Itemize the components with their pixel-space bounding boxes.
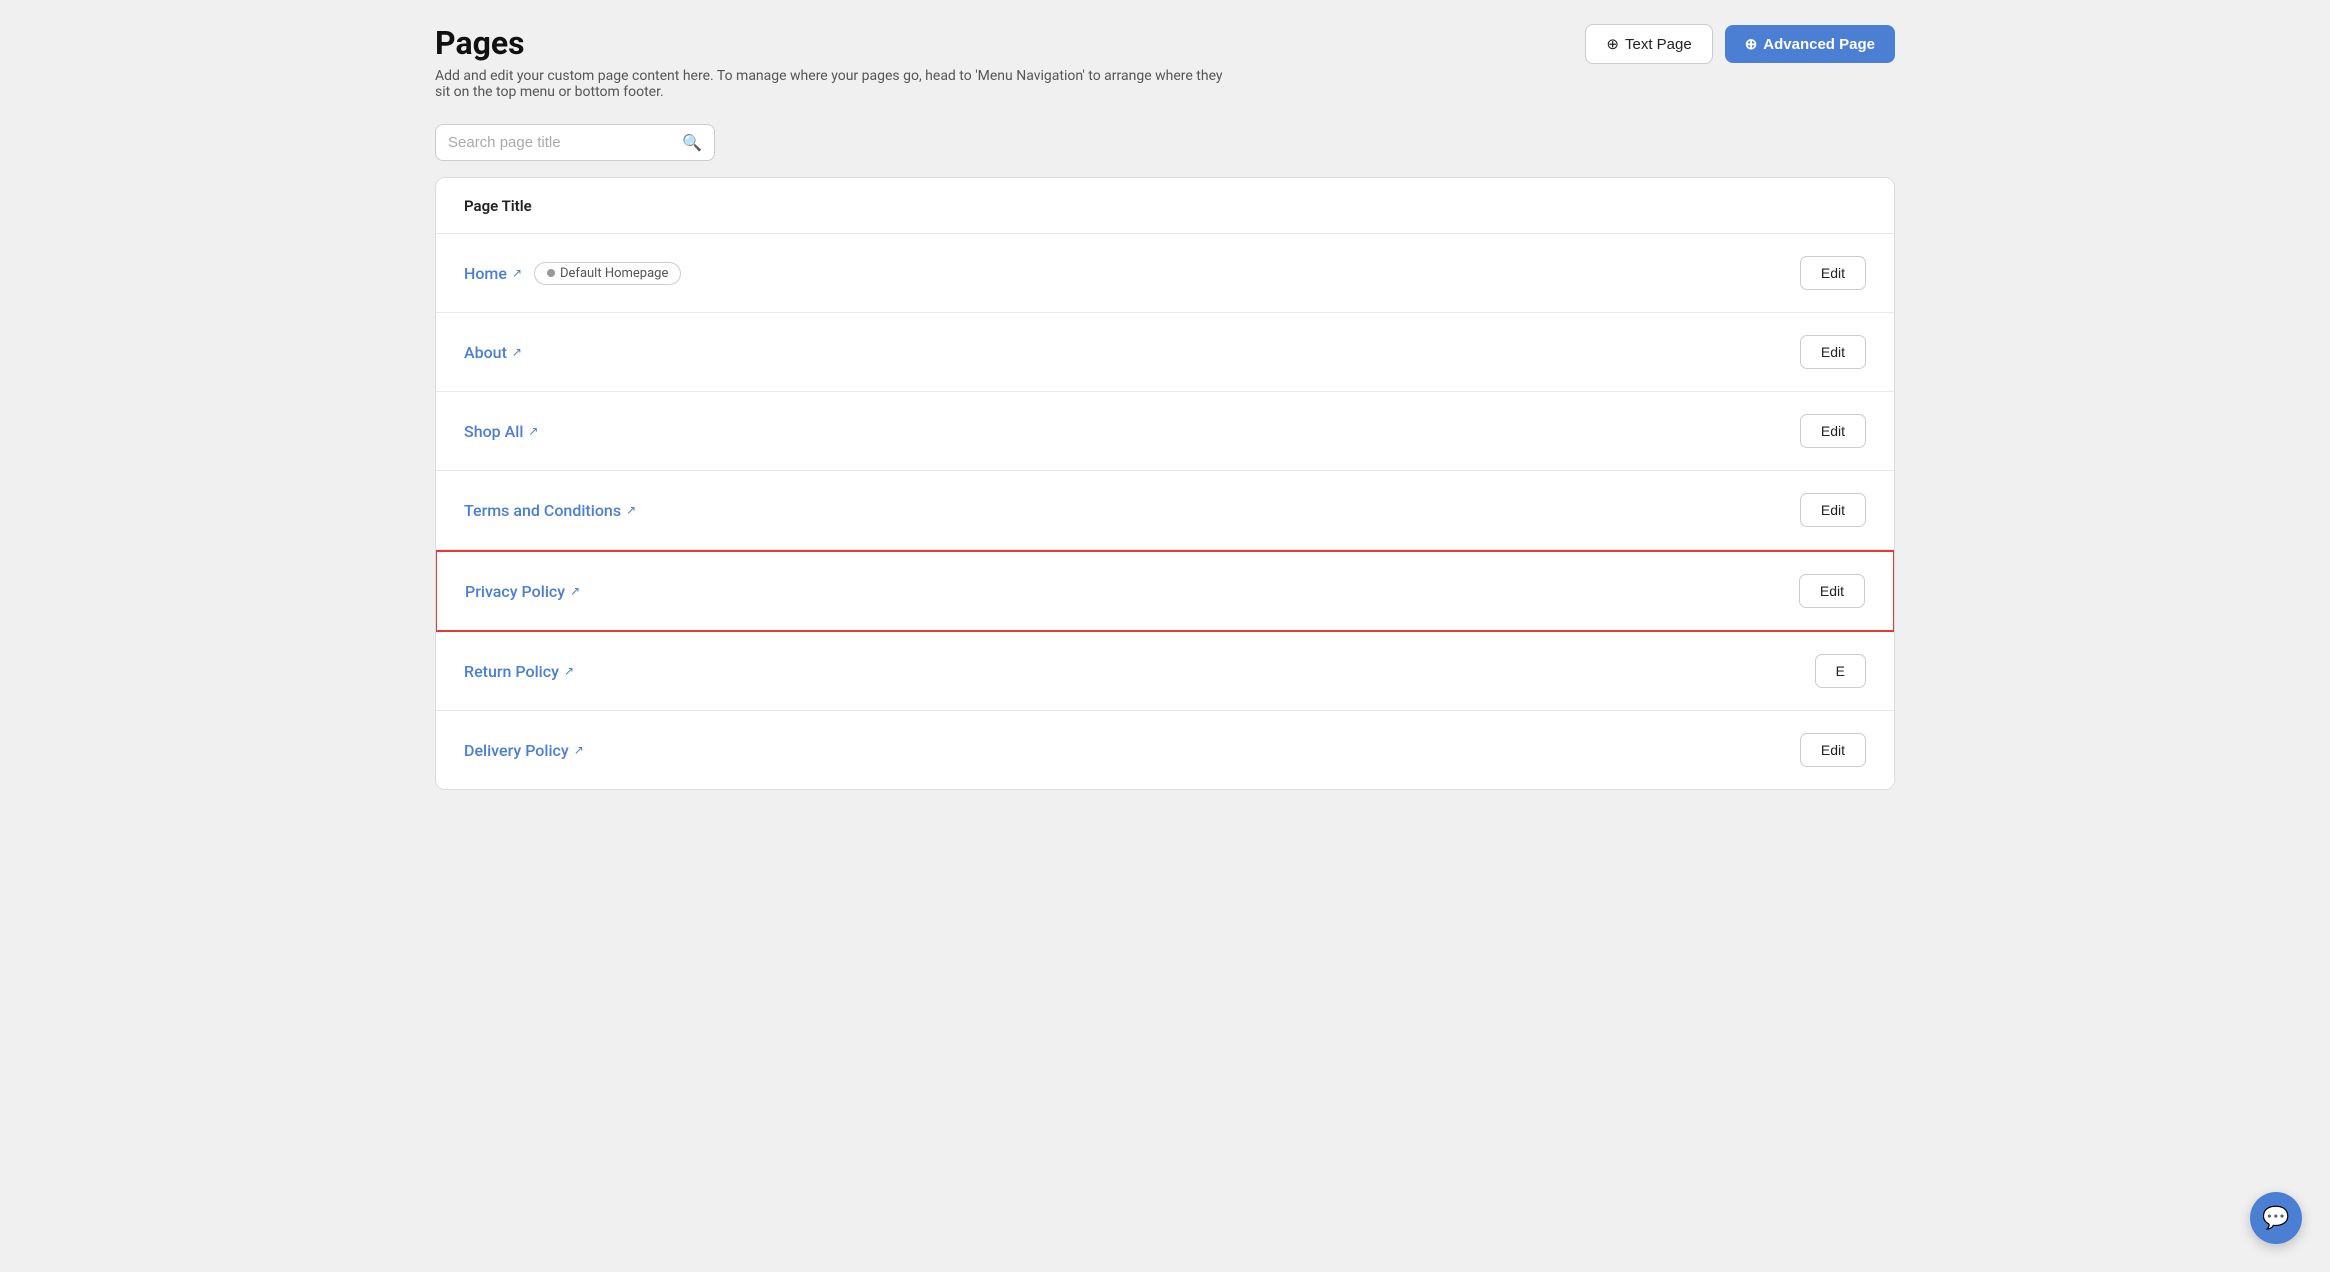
row-left-delivery-policy: Delivery Policy ↗ [464,741,584,760]
chat-widget[interactable]: 💬 [2250,1192,2302,1244]
advanced-page-button[interactable]: ⊕ Advanced Page [1725,25,1895,63]
badge-label: Default Homepage [560,266,668,281]
plus-circle-icon-advanced: ⊕ [1745,35,1758,53]
external-link-icon: ↗ [626,503,636,517]
page-link-delivery-policy[interactable]: Delivery Policy ↗ [464,741,584,760]
table-row: Home ↗ Default Homepage Edit [436,234,1894,313]
external-link-icon: ↗ [574,743,584,757]
edit-button-shop-all[interactable]: Edit [1800,414,1866,448]
page-container: Pages Add and edit your custom page cont… [435,24,1895,790]
chat-icon: 💬 [2262,1206,2289,1231]
page-header: Pages Add and edit your custom page cont… [435,24,1895,100]
search-bar-row: 🔍 [435,124,1895,161]
page-link-home[interactable]: Home ↗ [464,264,522,283]
table-row: Terms and Conditions ↗ Edit [436,471,1894,550]
row-left-terms-and-conditions: Terms and Conditions ↗ [464,501,636,520]
row-left-shop-all: Shop All ↗ [464,422,538,441]
table-row: Shop All ↗ Edit [436,392,1894,471]
default-homepage-badge: Default Homepage [534,262,681,285]
row-left-about: About ↗ [464,343,522,362]
plus-circle-icon: ⊕ [1606,35,1619,53]
page-title: Pages [435,24,1235,62]
search-wrapper: 🔍 [435,124,715,161]
table-row: Return Policy ↗ E [436,632,1894,711]
page-link-about[interactable]: About ↗ [464,343,522,362]
header-left: Pages Add and edit your custom page cont… [435,24,1235,100]
row-left-privacy-policy: Privacy Policy ↗ [465,582,580,601]
edit-button-about[interactable]: Edit [1800,335,1866,369]
row-left-return-policy: Return Policy ↗ [464,662,574,681]
text-page-label: Text Page [1625,36,1692,53]
text-page-button[interactable]: ⊕ Text Page [1585,24,1712,64]
edit-button-terms-and-conditions[interactable]: Edit [1800,493,1866,527]
table-header: Page Title [436,178,1894,234]
table-row: Delivery Policy ↗ Edit [436,711,1894,789]
page-description: Add and edit your custom page content he… [435,68,1235,100]
table-body: Home ↗Default HomepageEditAbout ↗EditSho… [436,234,1894,789]
column-header-page-title: Page Title [464,197,532,215]
page-link-terms-and-conditions[interactable]: Terms and Conditions ↗ [464,501,636,520]
pages-table: Page Title Home ↗Default HomepageEditAbo… [435,177,1895,790]
edit-button-privacy-policy[interactable]: Edit [1799,574,1865,608]
external-link-icon: ↗ [570,584,580,598]
page-link-return-policy[interactable]: Return Policy ↗ [464,662,574,681]
header-buttons: ⊕ Text Page ⊕ Advanced Page [1585,24,1895,64]
external-link-icon: ↗ [512,266,522,280]
external-link-icon: ↗ [528,424,538,438]
edit-button-return-policy[interactable]: E [1815,654,1866,688]
edit-button-delivery-policy[interactable]: Edit [1800,733,1866,767]
search-input[interactable] [448,134,676,151]
advanced-page-label: Advanced Page [1763,36,1875,53]
search-icon[interactable]: 🔍 [682,133,702,152]
page-link-privacy-policy[interactable]: Privacy Policy ↗ [465,582,580,601]
page-link-shop-all[interactable]: Shop All ↗ [464,422,538,441]
external-link-icon: ↗ [564,664,574,678]
external-link-icon: ↗ [512,345,522,359]
edit-button-home[interactable]: Edit [1800,256,1866,290]
badge-dot [547,269,555,277]
table-row: About ↗ Edit [436,313,1894,392]
row-left-home: Home ↗ Default Homepage [464,262,681,285]
table-row: Privacy Policy ↗ Edit [435,550,1895,632]
